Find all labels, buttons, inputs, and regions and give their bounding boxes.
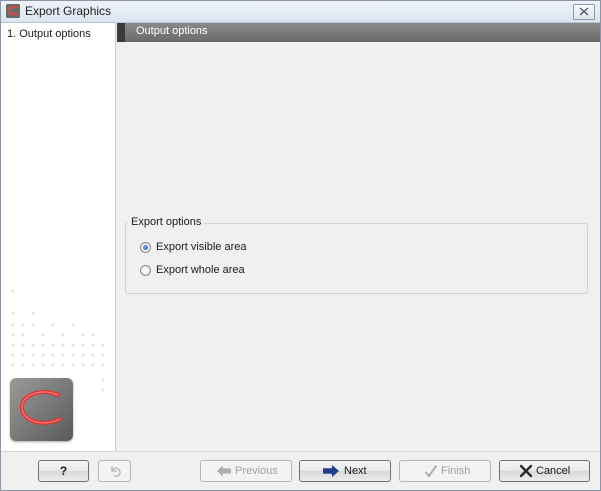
section-header-label: Output options <box>136 25 208 37</box>
previous-button-label: Previous <box>235 465 278 477</box>
cancel-button-label: Cancel <box>536 465 571 477</box>
radio-unchecked-icon[interactable] <box>140 265 151 276</box>
arrow-right-icon <box>323 465 339 477</box>
export-options-legend: Export options <box>128 216 205 228</box>
previous-button[interactable]: Previous <box>200 460 292 482</box>
finish-button-label: Finish <box>441 465 471 477</box>
content-area: Output options Export options Export vis… <box>117 23 600 451</box>
next-button[interactable]: Next <box>299 460 391 482</box>
cancel-button[interactable]: Cancel <box>499 460 590 482</box>
wizard-steps-panel: 1. Output options <box>1 23 116 451</box>
export-visible-area-label[interactable]: Export visible area <box>156 241 247 253</box>
reset-button[interactable] <box>98 460 131 482</box>
export-whole-area-label[interactable]: Export whole area <box>156 264 245 276</box>
brand-logo <box>10 378 73 441</box>
radio-checked-icon[interactable] <box>140 242 151 253</box>
title-bar[interactable]: Export Graphics <box>1 1 600 23</box>
reset-icon <box>111 466 121 477</box>
export-options-group: Export options Export visible area Expor… <box>125 216 588 294</box>
checkmark-icon <box>424 464 438 478</box>
export-whole-area-radio[interactable]: Export whole area <box>140 264 270 278</box>
finish-button[interactable]: Finish <box>399 460 491 482</box>
step-item-output-options[interactable]: 1. Output options <box>7 28 91 40</box>
close-icon <box>579 7 589 16</box>
button-bar: ? Previous Next Finish Cancel <box>1 451 600 490</box>
export-graphics-dialog: Export Graphics 1. Output options Output… <box>0 0 601 491</box>
x-icon <box>519 464 533 478</box>
window-title: Export Graphics <box>25 4 112 18</box>
close-button[interactable] <box>573 4 595 20</box>
swoosh-icon <box>19 389 62 425</box>
arrow-left-icon <box>217 465 231 477</box>
help-button[interactable]: ? <box>38 460 89 482</box>
section-header: Output options <box>117 23 600 42</box>
next-button-label: Next <box>344 465 367 477</box>
export-visible-area-radio[interactable]: Export visible area <box>140 241 270 255</box>
app-logo-icon <box>6 4 20 18</box>
question-icon: ? <box>59 464 68 478</box>
